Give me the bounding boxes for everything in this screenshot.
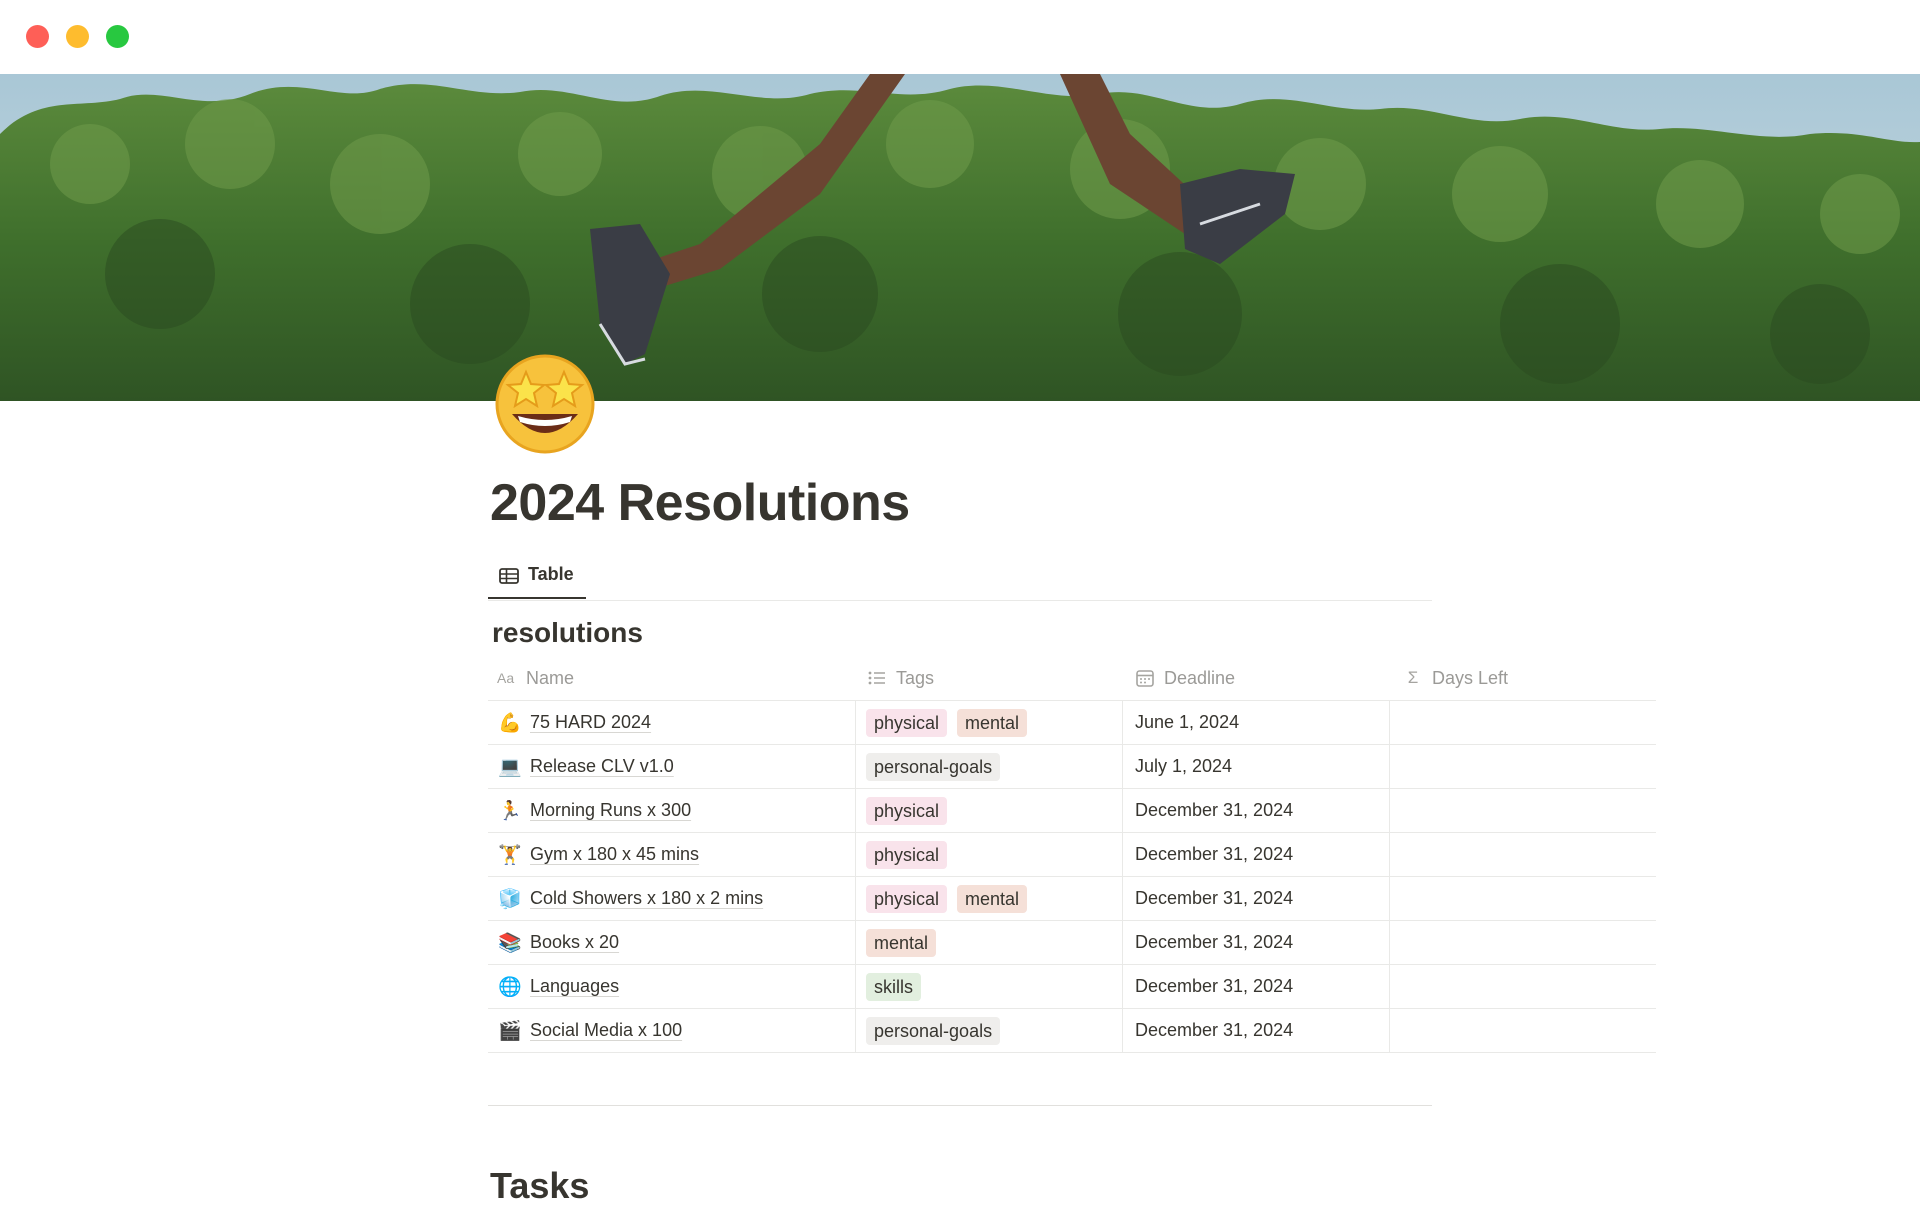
column-header-name[interactable]: Aa Name [496,656,574,700]
cell-days-left [1389,833,1656,876]
table-row[interactable]: 🎬 Social Media x 100 personal-goals Decembe… [488,1009,1656,1053]
row-title[interactable]: Social Media x 100 [530,1020,682,1041]
column-header-label: Days Left [1432,667,1509,688]
laptop-icon: 💻 [498,755,522,778]
column-header-days-left[interactable]: Σ Days Left [1402,656,1508,700]
close-window-button[interactable] [26,25,49,48]
flexed-biceps-icon: 💪 [498,711,522,734]
cell-days-left [1389,877,1656,920]
column-header-deadline[interactable]: Deadline [1134,656,1235,700]
tab-label: Table [528,564,574,584]
cell-tags[interactable]: physical mental [855,701,1122,744]
tag-personal-goals[interactable]: personal-goals [866,752,1001,781]
section-divider [488,1105,1432,1106]
row-title[interactable]: Release CLV v1.0 [530,756,674,777]
row-title[interactable]: 75 HARD 2024 [530,712,651,733]
cell-days-left [1389,789,1656,832]
runner-icon: 🏃 [498,799,522,822]
resolutions-table: Aa Name Tags Deadline Σ Days Left 💪 75 H… [488,656,1656,1053]
cell-name[interactable]: 📚 Books x 20 [488,921,855,964]
column-header-label: Name [526,667,575,688]
table-icon [498,565,520,587]
zoom-window-button[interactable] [106,25,129,48]
database-title[interactable]: resolutions [492,613,643,653]
tag-mental[interactable]: mental [866,928,937,957]
cell-tags[interactable]: physical [855,833,1122,876]
column-header-tags[interactable]: Tags [866,656,934,700]
cell-name[interactable]: 🏋 Gym x 180 x 45 mins [488,833,855,876]
cell-name[interactable]: 🧊 Cold Showers x 180 x 2 mins [488,877,855,920]
table-row[interactable]: 📚 Books x 20 mental December 31, 2024 [488,921,1656,965]
row-title[interactable]: Languages [530,976,619,997]
page-title[interactable]: 2024 Resolutions [490,470,910,536]
cell-tags[interactable]: physical [855,789,1122,832]
tag-personal-goals[interactable]: personal-goals [866,1016,1001,1045]
books-icon: 📚 [498,931,522,954]
cell-deadline[interactable]: December 31, 2024 [1122,965,1389,1008]
tag-physical[interactable]: physical [866,708,948,737]
tag-skills[interactable]: skills [866,972,921,1001]
tag-mental[interactable]: mental [957,708,1028,737]
cell-name[interactable]: 💪 75 HARD 2024 [488,701,855,744]
globe-icon: 🌐 [498,975,522,998]
cell-deadline[interactable]: July 1, 2024 [1122,745,1389,788]
cell-name[interactable]: 🏃 Morning Runs x 300 [488,789,855,832]
tag-physical[interactable]: physical [866,840,948,869]
minimize-window-button[interactable] [66,25,89,48]
table-row[interactable]: 🧊 Cold Showers x 180 x 2 mins physical ment… [488,877,1656,921]
table-row[interactable]: 🏃 Morning Runs x 300 physical December 31, … [488,789,1656,833]
column-header-label: Deadline [1164,667,1236,688]
calendar-icon [1134,667,1156,689]
cell-name[interactable]: 💻 Release CLV v1.0 [488,745,855,788]
cell-name[interactable]: 🌐 Languages [488,965,855,1008]
star-struck-emoji-icon[interactable] [488,344,603,459]
row-title[interactable]: Morning Runs x 300 [530,800,691,821]
window-titlebar [0,0,1920,74]
cell-tags[interactable]: physical mental [855,877,1122,920]
sigma-formula-icon: Σ [1407,668,1419,687]
cell-deadline[interactable]: December 31, 2024 [1122,921,1389,964]
cell-tags[interactable]: mental [855,921,1122,964]
table-row[interactable]: 🏋 Gym x 180 x 45 mins physical December 31,… [488,833,1656,877]
row-title[interactable]: Gym x 180 x 45 mins [530,844,699,865]
svg-text:Aa: Aa [497,670,514,686]
cell-tags[interactable]: personal-goals [855,745,1122,788]
table-row[interactable]: 🌐 Languages skills December 31, 2024 [488,965,1656,1009]
clapper-board-icon: 🎬 [498,1019,522,1042]
page-cover-image[interactable] [0,74,1920,401]
cell-deadline[interactable]: December 31, 2024 [1122,877,1389,920]
table-body: 💪 75 HARD 2024 physical mental June 1, 2024 💻… [488,701,1656,1053]
cell-days-left [1389,921,1656,964]
cell-name[interactable]: 🎬 Social Media x 100 [488,1009,855,1052]
tag-physical[interactable]: physical [866,796,948,825]
tag-physical[interactable]: physical [866,884,948,913]
multi-select-icon [866,667,888,689]
cell-tags[interactable]: skills [855,965,1122,1008]
cell-days-left [1389,965,1656,1008]
table-row[interactable]: 💪 75 HARD 2024 physical mental June 1, 2024 [488,701,1656,745]
cell-deadline[interactable]: June 1, 2024 [1122,701,1389,744]
tag-mental[interactable]: mental [957,884,1028,913]
table-row[interactable]: 💻 Release CLV v1.0 personal-goals July 1, 2… [488,745,1656,789]
weightlifter-icon: 🏋 [498,843,522,866]
next-section-heading[interactable]: Tasks [490,1162,589,1210]
table-header: Aa Name Tags Deadline Σ Days Left [488,656,1656,701]
ice-cube-icon: 🧊 [498,887,522,910]
tab-table[interactable]: Table [488,555,586,599]
cell-days-left [1389,1009,1656,1052]
row-title[interactable]: Books x 20 [530,932,619,953]
text-property-icon: Aa [496,667,518,689]
cell-days-left [1389,701,1656,744]
cell-deadline[interactable]: December 31, 2024 [1122,789,1389,832]
view-tabs: Table [488,555,1432,601]
cell-days-left [1389,745,1656,788]
cell-deadline[interactable]: December 31, 2024 [1122,833,1389,876]
cell-tags[interactable]: personal-goals [855,1009,1122,1052]
cell-deadline[interactable]: December 31, 2024 [1122,1009,1389,1052]
row-title[interactable]: Cold Showers x 180 x 2 mins [530,888,763,909]
column-header-label: Tags [896,667,935,688]
